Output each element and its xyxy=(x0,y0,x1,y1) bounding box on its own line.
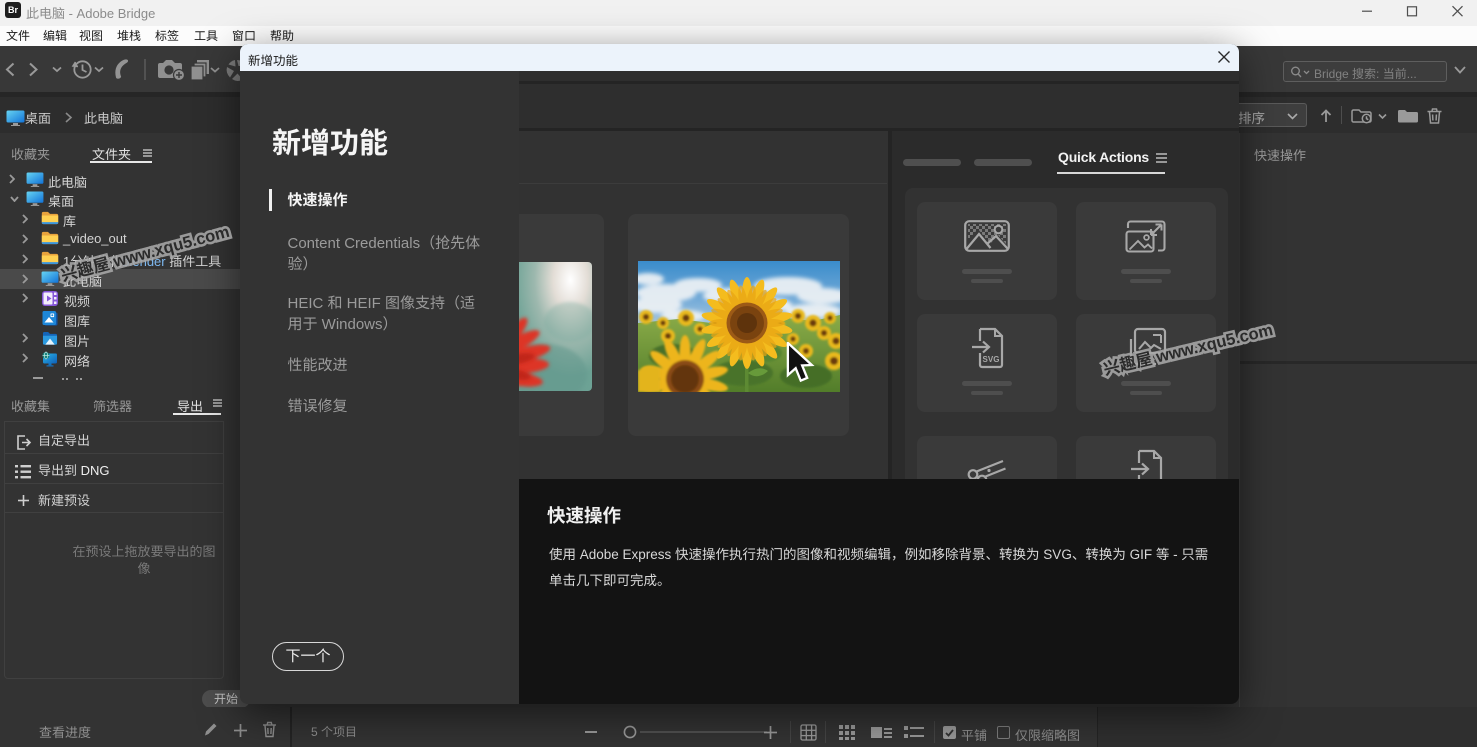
svg-text:兴趣屋 www.xqu5.com: 兴趣屋 www.xqu5.com xyxy=(1102,320,1275,379)
svg-text:SVG: SVG xyxy=(982,355,999,364)
svg-text:兴趣屋 www.xqu5.com: 兴趣屋 www.xqu5.com xyxy=(59,222,232,285)
